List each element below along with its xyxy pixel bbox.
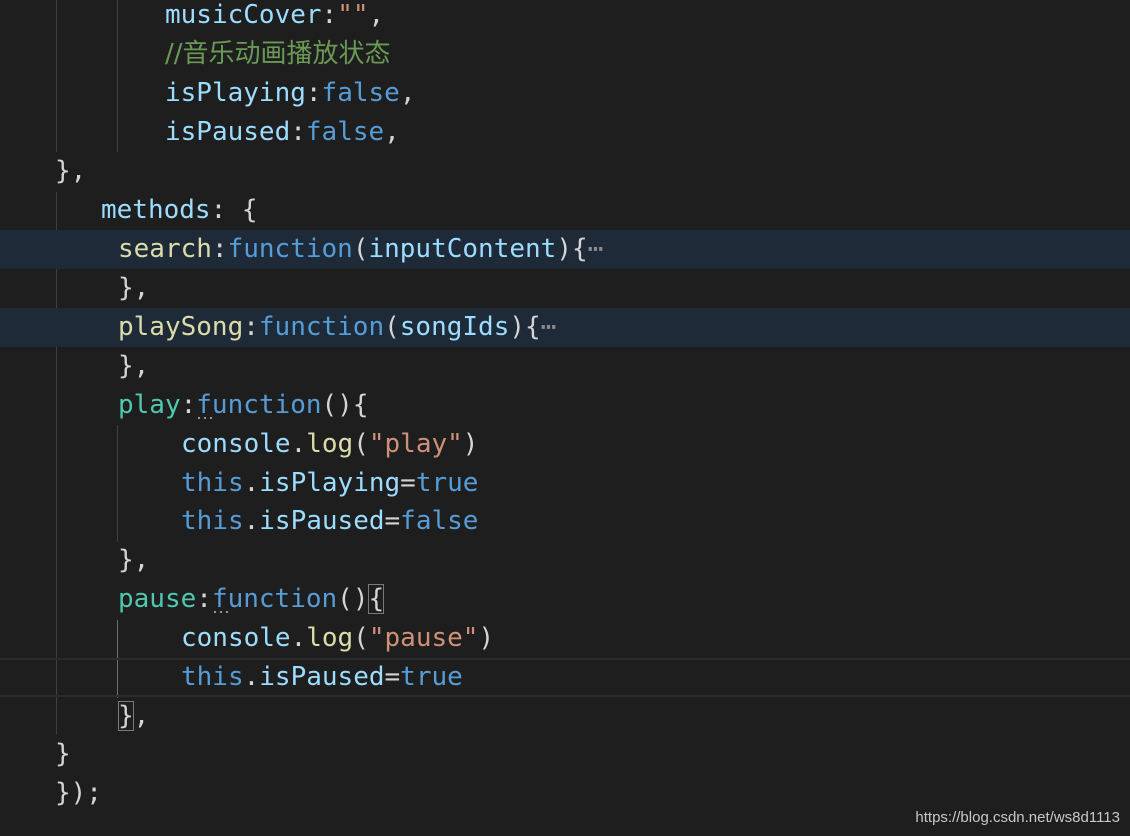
code-line[interactable]: this.isPlaying=true (0, 464, 1130, 503)
method-name: play (118, 390, 181, 420)
property-name: isPaused (259, 506, 385, 536)
code-line[interactable]: }, (0, 152, 1130, 191)
function-keyword: function (227, 234, 353, 264)
code-line[interactable]: }, (0, 541, 1130, 580)
code-line-folded[interactable]: playSong:function(songIds){⋯ (0, 308, 1130, 347)
parameter: inputContent (368, 234, 557, 264)
code-line[interactable]: } (0, 735, 1130, 774)
code-line[interactable]: //音乐动画播放状态 (0, 35, 1130, 74)
code-line[interactable]: methods: { (0, 191, 1130, 230)
code-line[interactable]: pause:function(){ (0, 580, 1130, 619)
boolean-literal: false (305, 117, 385, 147)
closing-brace: }, (118, 351, 150, 381)
code-line[interactable]: musicCover:"", (0, 0, 1130, 35)
comment: //音乐动画播放状态 (165, 39, 391, 69)
boolean-literal: true (415, 468, 479, 498)
object-name: console (181, 429, 291, 459)
fold-ellipsis-icon[interactable]: ⋯ (588, 234, 604, 264)
code-line[interactable]: play:function(){ (0, 386, 1130, 425)
string-literal: "play" (368, 429, 463, 459)
function-keyword: function (211, 584, 338, 614)
object-name: console (181, 623, 291, 653)
code-line[interactable]: isPlaying:false, (0, 74, 1130, 113)
property-name: isPlaying (259, 468, 401, 498)
method-name: search (118, 234, 212, 264)
property-name: isPaused (165, 117, 291, 147)
property-name: isPaused (259, 662, 385, 692)
closing-brace: }, (118, 545, 150, 575)
method-call: log (306, 623, 354, 653)
code-line-folded[interactable]: search:function(inputContent){⋯ (0, 230, 1130, 269)
closing-brace: }, (55, 156, 87, 186)
property-name: musicCover (165, 0, 322, 30)
code-line-current[interactable]: this.isPaused=true (0, 658, 1130, 697)
code-line[interactable]: console.log("pause") (0, 619, 1130, 658)
matched-bracket: { (368, 584, 385, 614)
method-name: pause (118, 584, 197, 614)
this-keyword: this (181, 506, 244, 536)
code-line[interactable]: }, (0, 697, 1130, 736)
method-name: playSong (118, 312, 244, 342)
string-literal: "" (337, 0, 369, 30)
function-keyword: function (258, 312, 385, 342)
boolean-literal: true (400, 662, 463, 692)
property-name: isPlaying (165, 78, 306, 108)
code-line[interactable]: }, (0, 269, 1130, 308)
parameter: songIds (399, 312, 510, 342)
boolean-literal: false (400, 506, 479, 536)
code-line[interactable]: isPaused:false, (0, 113, 1130, 152)
this-keyword: this (181, 468, 244, 498)
code-line[interactable]: console.log("play") (0, 425, 1130, 464)
this-keyword: this (181, 662, 244, 692)
closing-brace: } (55, 739, 71, 769)
property-name: methods (101, 195, 211, 225)
matched-bracket: } (118, 701, 134, 731)
fold-ellipsis-icon[interactable]: ⋯ (541, 312, 557, 342)
method-call: log (306, 429, 354, 459)
code-editor[interactable]: musicCover:"", //音乐动画播放状态 isPlaying:fals… (0, 0, 1130, 836)
closing-brace: }, (118, 273, 150, 303)
closing-brace: }); (55, 778, 102, 808)
code-line[interactable]: }, (0, 347, 1130, 386)
function-keyword: function (196, 390, 322, 420)
watermark-text: https://blog.csdn.net/ws8d1113 (915, 809, 1120, 826)
code-line[interactable]: }); (0, 774, 1130, 813)
boolean-literal: false (321, 78, 400, 108)
code-line[interactable]: this.isPaused=false (0, 502, 1130, 541)
string-literal: "pause" (368, 623, 479, 653)
